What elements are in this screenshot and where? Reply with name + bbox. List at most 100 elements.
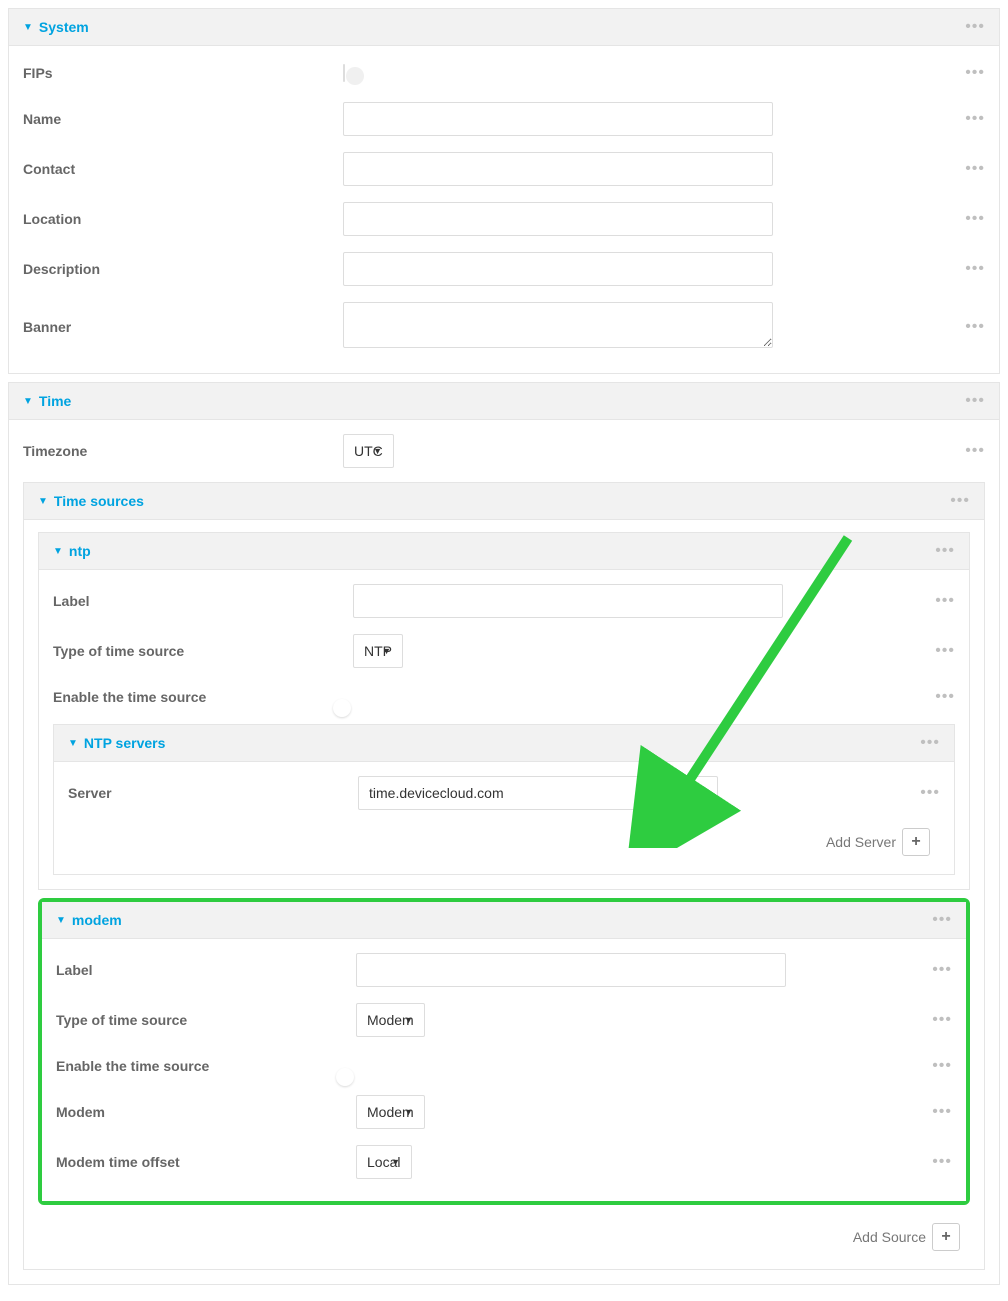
ntp-type-label: Type of time source [53, 643, 353, 659]
system-section: ▼ System ••• FIPs ••• Name ••• Contact •… [8, 8, 1000, 374]
time-sources-menu-dots-icon[interactable]: ••• [950, 493, 970, 509]
description-label: Description [23, 261, 343, 277]
modem-offset-select[interactable]: Local [356, 1145, 412, 1179]
name-menu-dots-icon[interactable]: ••• [965, 111, 985, 127]
modem-device-label: Modem [56, 1104, 356, 1120]
timezone-label: Timezone [23, 443, 343, 459]
contact-menu-dots-icon[interactable]: ••• [965, 161, 985, 177]
timezone-row: Timezone UTC ••• [23, 426, 985, 476]
fips-toggle[interactable] [343, 64, 345, 82]
ntp-servers-header[interactable]: ▼ NTP servers ••• [54, 725, 954, 762]
ntp-label-label: Label [53, 593, 353, 609]
name-label: Name [23, 111, 343, 127]
location-label: Location [23, 211, 343, 227]
modem-offset-label: Modem time offset [56, 1154, 356, 1170]
description-row: Description ••• [23, 244, 985, 294]
contact-row: Contact ••• [23, 144, 985, 194]
ntp-server-label: Server [68, 785, 358, 801]
modem-device-row: Modem Modem ••• [56, 1087, 952, 1137]
caret-down-icon: ▼ [23, 22, 33, 33]
modem-label-row: Label ••• [56, 945, 952, 995]
time-section: ▼ Time ••• Timezone UTC ••• ▼ Time sourc… [8, 382, 1000, 1285]
timezone-select[interactable]: UTC [343, 434, 394, 468]
system-section-header[interactable]: ▼ System ••• [9, 9, 999, 46]
modem-highlight-annotation: ▼ modem ••• Label ••• [38, 898, 970, 1205]
modem-enable-label: Enable the time source [56, 1058, 356, 1074]
modem-title: modem [72, 912, 122, 928]
add-source-row: Add Source + [38, 1213, 970, 1255]
timezone-menu-dots-icon[interactable]: ••• [965, 443, 985, 459]
ntp-title: ntp [69, 543, 91, 559]
banner-label: Banner [23, 319, 343, 335]
fips-label: FIPs [23, 65, 343, 81]
modem-type-label: Type of time source [56, 1012, 356, 1028]
ntp-enable-row: Enable the time source ••• [53, 676, 955, 718]
modem-section: ▼ modem ••• Label ••• [42, 902, 966, 1201]
modem-offset-row: Modem time offset Local ••• [56, 1137, 952, 1187]
caret-down-icon: ▼ [53, 546, 63, 557]
ntp-servers-menu-dots-icon[interactable]: ••• [920, 735, 940, 751]
system-menu-dots-icon[interactable]: ••• [965, 19, 985, 35]
plus-icon: + [911, 833, 920, 851]
ntp-type-menu-dots-icon[interactable]: ••• [935, 643, 955, 659]
location-row: Location ••• [23, 194, 985, 244]
contact-label: Contact [23, 161, 343, 177]
caret-down-icon: ▼ [56, 915, 66, 926]
caret-down-icon: ▼ [38, 496, 48, 507]
location-menu-dots-icon[interactable]: ••• [965, 211, 985, 227]
modem-offset-menu-dots-icon[interactable]: ••• [932, 1154, 952, 1170]
ntp-server-input[interactable] [358, 776, 718, 810]
time-menu-dots-icon[interactable]: ••• [965, 393, 985, 409]
ntp-enable-menu-dots-icon[interactable]: ••• [935, 689, 955, 705]
banner-row: Banner ••• [23, 294, 985, 359]
modem-type-menu-dots-icon[interactable]: ••• [932, 1012, 952, 1028]
ntp-type-select[interactable]: NTP [353, 634, 403, 668]
ntp-server-menu-dots-icon[interactable]: ••• [920, 785, 940, 801]
contact-input[interactable] [343, 152, 773, 186]
ntp-menu-dots-icon[interactable]: ••• [935, 543, 955, 559]
description-input[interactable] [343, 252, 773, 286]
modem-type-select[interactable]: Modem [356, 1003, 425, 1037]
ntp-section: ▼ ntp ••• Label ••• Type of time source [38, 532, 970, 890]
description-menu-dots-icon[interactable]: ••• [965, 261, 985, 277]
modem-enable-menu-dots-icon[interactable]: ••• [932, 1058, 952, 1074]
add-source-button[interactable]: + [932, 1223, 960, 1251]
ntp-section-header[interactable]: ▼ ntp ••• [39, 533, 969, 570]
time-sources-header[interactable]: ▼ Time sources ••• [24, 483, 984, 520]
fips-row: FIPs ••• [23, 52, 985, 94]
name-row: Name ••• [23, 94, 985, 144]
modem-menu-dots-icon[interactable]: ••• [932, 912, 952, 928]
ntp-label-input[interactable] [353, 584, 783, 618]
modem-device-select[interactable]: Modem [356, 1095, 425, 1129]
modem-device-menu-dots-icon[interactable]: ••• [932, 1104, 952, 1120]
ntp-label-row: Label ••• [53, 576, 955, 626]
ntp-enable-label: Enable the time source [53, 689, 353, 705]
time-sources-title: Time sources [54, 493, 144, 509]
ntp-server-row: Server ••• [68, 768, 940, 818]
modem-section-header[interactable]: ▼ modem ••• [42, 902, 966, 939]
add-source-label: Add Source [853, 1229, 926, 1245]
banner-input[interactable] [343, 302, 773, 348]
time-section-header[interactable]: ▼ Time ••• [9, 383, 999, 420]
ntp-servers-section: ▼ NTP servers ••• Server ••• [53, 724, 955, 875]
modem-type-row: Type of time source Modem ••• [56, 995, 952, 1045]
fips-menu-dots-icon[interactable]: ••• [965, 65, 985, 81]
name-input[interactable] [343, 102, 773, 136]
location-input[interactable] [343, 202, 773, 236]
caret-down-icon: ▼ [68, 738, 78, 749]
plus-icon: + [941, 1228, 950, 1246]
caret-down-icon: ▼ [23, 396, 33, 407]
add-server-row: Add Server + [68, 818, 940, 860]
add-server-label: Add Server [826, 834, 896, 850]
add-server-button[interactable]: + [902, 828, 930, 856]
modem-label-input[interactable] [356, 953, 786, 987]
modem-enable-row: Enable the time source ••• [56, 1045, 952, 1087]
banner-menu-dots-icon[interactable]: ••• [965, 319, 985, 335]
ntp-servers-title: NTP servers [84, 735, 165, 751]
modem-label-label: Label [56, 962, 356, 978]
system-title: System [39, 19, 89, 35]
time-title: Time [39, 393, 71, 409]
ntp-type-row: Type of time source NTP ••• [53, 626, 955, 676]
modem-label-menu-dots-icon[interactable]: ••• [932, 962, 952, 978]
ntp-label-menu-dots-icon[interactable]: ••• [935, 593, 955, 609]
